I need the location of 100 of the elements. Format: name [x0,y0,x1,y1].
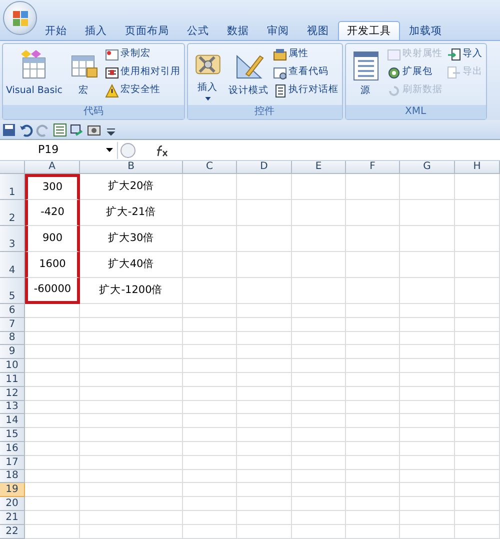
document-icon [272,84,287,98]
ribbon-tab[interactable]: 公式 [178,21,218,40]
table-cell [400,278,455,304]
row-header[interactable]: 10 [0,359,25,373]
table-cell [455,497,500,511]
form-icon[interactable] [70,122,84,136]
ribbon-tab[interactable]: 加载项 [400,21,451,40]
row-header[interactable]: 19 [0,483,25,498]
table-cell [183,524,237,539]
ribbon-tab[interactable]: 页面布局 [116,21,178,40]
row-header[interactable]: 9 [0,345,25,360]
save-icon[interactable] [2,122,16,136]
column-header[interactable]: A [25,161,80,174]
ribbon-button[interactable]: 设计模式 [228,46,270,103]
ribbon-tab[interactable]: 插入 [76,21,116,40]
row-header[interactable]: 2 [0,200,25,226]
table-cell [346,345,400,360]
table-cell [292,345,346,360]
ribbon-tab[interactable]: 视图 [298,21,338,40]
ribbon-tab[interactable]: 开发工具 [338,21,400,40]
column-header[interactable]: E [292,161,346,174]
row-header[interactable]: 11 [0,372,25,387]
table-cell [292,318,346,332]
table-cell [346,442,400,456]
table-cell: 扩大40倍 [80,252,183,278]
row-header[interactable]: 16 [0,442,25,456]
table-cell [400,510,455,525]
table-cell [237,483,292,498]
ribbon-button[interactable]: 属性 [272,46,340,63]
ribbon-tab[interactable]: 开始 [36,21,76,40]
ribbon-button[interactable]: 使用相对引用 [104,64,182,81]
table-cell [183,386,237,401]
row-header[interactable]: 8 [0,332,25,346]
column-header[interactable]: B [80,161,183,174]
row-header[interactable]: 20 [0,497,25,511]
table-cell [183,252,237,278]
table-cell [455,524,500,539]
row-header[interactable]: 15 [0,428,25,442]
ribbon-button[interactable]: Visual Basic [5,46,64,103]
name-box[interactable]: P19 [0,142,118,158]
table-cell [400,226,455,252]
office-button[interactable] [3,1,37,35]
table-cell [455,400,500,414]
table-cell [400,304,455,318]
row-header[interactable]: 3 [0,226,25,252]
table-cell [346,470,400,484]
ribbon-tab[interactable]: 审阅 [258,21,298,40]
table-cell [237,226,292,252]
table-cell [183,174,237,200]
column-header[interactable]: D [237,161,292,174]
ribbon-button[interactable]: 宏 [66,46,102,103]
table-cell: 300 [25,174,80,200]
ribbon-button[interactable]: 扩展包 [386,64,444,81]
ribbon-button[interactable]: 源 [348,46,384,103]
ribbon-button[interactable]: 宏安全性 [104,82,182,99]
table-cell: 扩大-21倍 [80,200,183,226]
table-cell [455,359,500,373]
row-header[interactable]: 4 [0,252,25,278]
table-cell [455,278,500,304]
table-cell [183,304,237,318]
table-cell [455,252,500,278]
row-header[interactable]: 22 [0,524,25,539]
table-cell [183,510,237,525]
table-cell [237,442,292,456]
row-header[interactable]: 18 [0,470,25,484]
row-header[interactable]: 21 [0,510,25,525]
table-cell [346,252,400,278]
sheet-icon[interactable] [53,122,67,136]
table-cell: 扩大-1200倍 [80,278,183,304]
table-cell: 扩大30倍 [80,226,183,252]
row-header[interactable]: 6 [0,304,25,318]
column-header[interactable]: C [183,161,237,174]
table-cell [183,497,237,511]
table-cell: 900 [25,226,80,252]
table-cell [455,332,500,346]
ribbon-button[interactable]: 查看代码 [272,64,340,81]
ribbon-button[interactable]: 插入 [190,46,226,103]
table-cell [237,400,292,414]
row-header[interactable]: 13 [0,400,25,414]
column-header[interactable]: F [346,161,400,174]
row-header[interactable]: 14 [0,414,25,428]
ribbon-tab[interactable]: 数据 [218,21,258,40]
import-icon [446,48,461,62]
row-header[interactable]: 17 [0,456,25,470]
table-cell [346,318,400,332]
camera-icon[interactable] [87,122,101,136]
undo-icon[interactable] [19,122,33,136]
table-cell [292,428,346,442]
column-header[interactable]: G [400,161,455,174]
table-cell [346,386,400,401]
row-header[interactable]: 7 [0,318,25,332]
row-header[interactable]: 12 [0,386,25,401]
column-header[interactable]: H [455,161,500,174]
table-cell [400,442,455,456]
row-header[interactable]: 1 [0,174,25,200]
ribbon-button[interactable]: 录制宏 [104,46,182,63]
row-header[interactable]: 5 [0,278,25,304]
ribbon-button[interactable]: 导入 [446,46,484,63]
table-cell [346,428,400,442]
ribbon-button[interactable]: 执行对话框 [272,82,340,99]
